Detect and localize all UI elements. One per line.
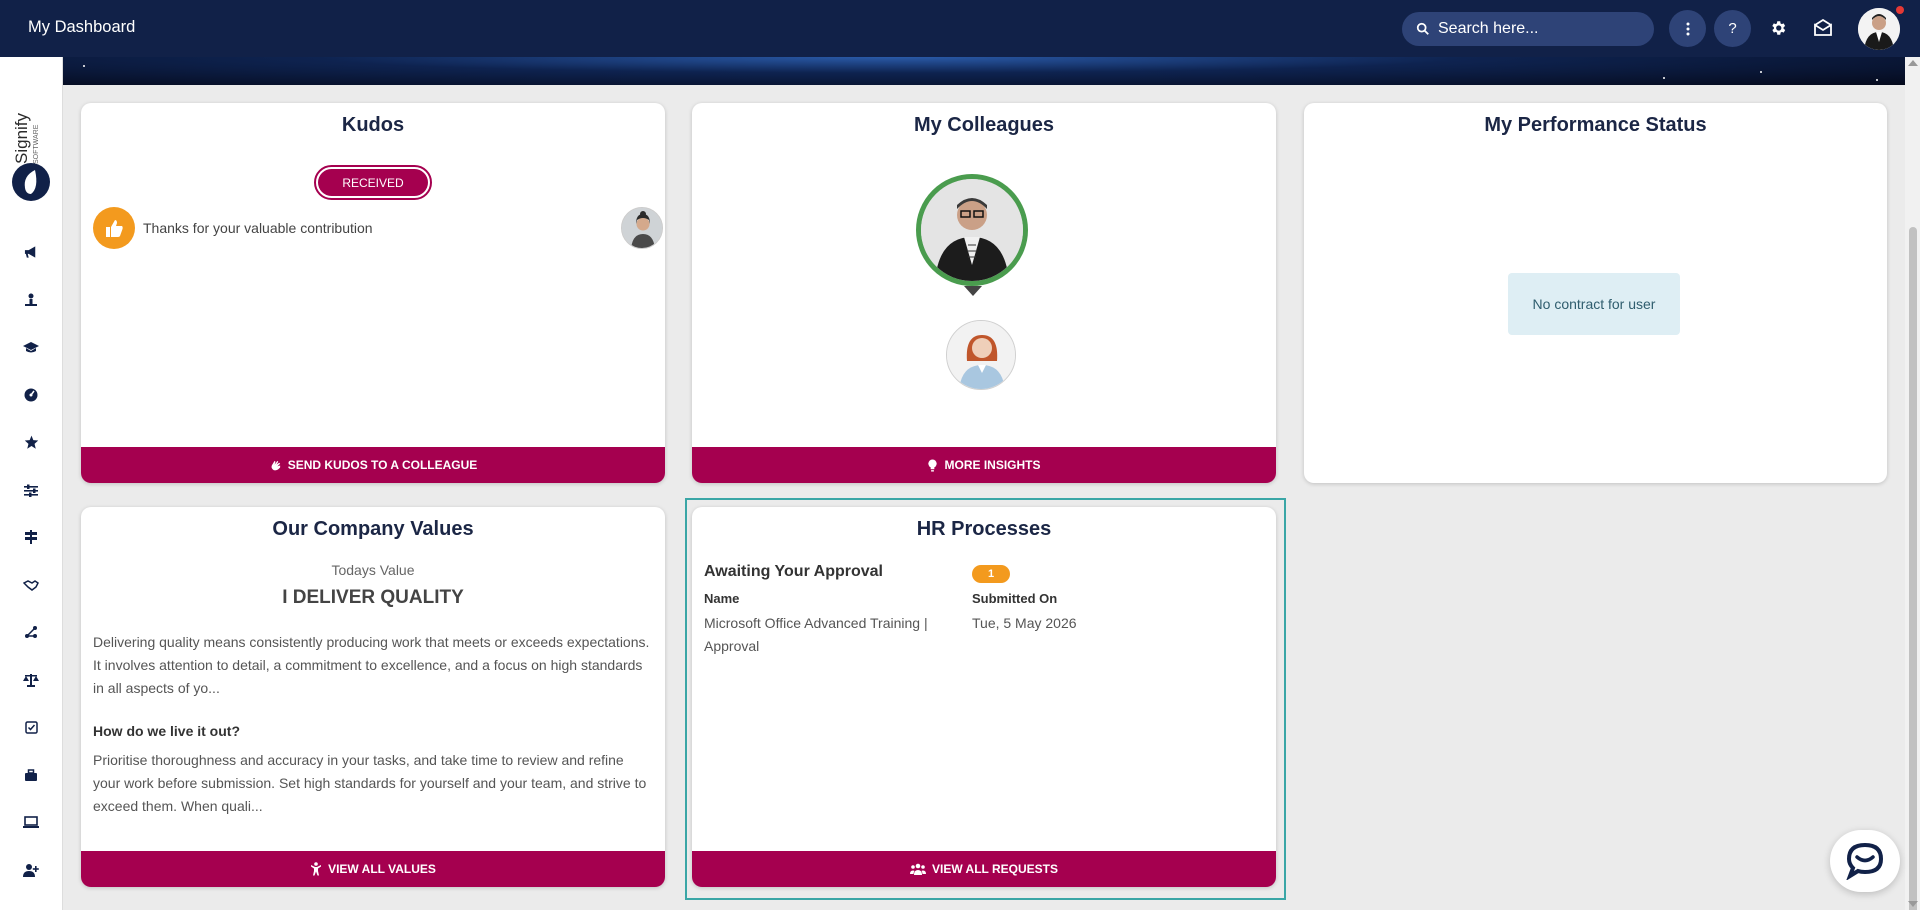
network-icon (25, 626, 37, 638)
signify-logo[interactable]: Signify SOFTWARE (12, 90, 40, 170)
more-menu-button[interactable] (1669, 10, 1706, 47)
how-description: Prioritise thoroughness and accuracy in … (93, 752, 647, 814)
kudos-title: Kudos (341, 114, 405, 136)
sidebar-item-people[interactable] (21, 290, 41, 310)
scale-icon (23, 674, 39, 687)
user-plus-icon (23, 864, 39, 877)
column-submitted-header: Submitted On (972, 591, 1058, 606)
help-button[interactable]: ? (1714, 10, 1751, 47)
person-icon (25, 293, 37, 306)
handshake-icon (23, 580, 39, 591)
kudos-sender-avatar[interactable] (621, 207, 663, 249)
sidebar-item-directions[interactable] (21, 527, 41, 547)
colleague-avatar[interactable] (946, 320, 1016, 390)
performance-title: My Performance Status (1484, 114, 1707, 136)
tab-received[interactable]: RECEIVED (314, 165, 432, 200)
approval-count-badge: 1 (972, 565, 1010, 583)
caret-down-icon (964, 286, 982, 296)
notification-dot (1896, 6, 1904, 14)
view-all-requests-label: VIEW ALL REQUESTS (931, 862, 1058, 876)
colleague-avatar-selected[interactable] (916, 174, 1028, 286)
sidebar-item-equipment[interactable] (21, 812, 41, 832)
scrollbar-thumb[interactable] (1909, 227, 1917, 910)
graduation-icon (23, 341, 39, 352)
sidebar-item-jobs[interactable] (21, 765, 41, 785)
column-name-header: Name (704, 591, 740, 606)
hr-title: HR Processes (916, 518, 1052, 540)
logo-mark (12, 163, 50, 201)
value-description: Delivering quality means consistently pr… (93, 634, 650, 696)
clap-icon (271, 460, 280, 470)
send-kudos-button[interactable]: SEND KUDOS TO A COLLEAGUE (81, 447, 665, 483)
hr-processes-card: HR Processes Awaiting Your Approval 1 Na… (692, 507, 1276, 887)
how-heading: How do we live it out? (93, 723, 240, 739)
sidebar-item-favourites[interactable] (21, 432, 41, 452)
kudos-card: Kudos RECEIVED Thanks for your valuable … (81, 103, 665, 483)
left-sidebar: Signify SOFTWARE (0, 57, 63, 910)
search-input[interactable] (1438, 20, 1638, 38)
megaphone-icon (24, 246, 35, 258)
sidebar-item-tasks[interactable] (21, 717, 41, 737)
page-scrollbar[interactable] (1905, 57, 1920, 910)
user-avatar[interactable] (1858, 8, 1900, 50)
search-box[interactable] (1402, 12, 1654, 46)
sidebar-item-dashboard[interactable] (21, 385, 41, 405)
messages-button[interactable] (1811, 16, 1835, 40)
company-values-card: Our Company Values Todays Value I DELIVE… (81, 507, 665, 887)
sidebar-item-add-user[interactable] (21, 860, 41, 880)
sidebar-item-organisation[interactable] (21, 622, 41, 642)
more-insights-label: MORE INSIGHTS (944, 458, 1041, 472)
view-all-requests-button[interactable]: VIEW ALL REQUESTS (692, 851, 1276, 887)
sidebar-item-policies[interactable] (21, 670, 41, 690)
awaiting-approval-heading: Awaiting Your Approval (704, 563, 883, 580)
help-icon: ? (1728, 20, 1737, 37)
lightbulb-icon (928, 458, 938, 472)
request-date: Tue, 5 May 2026 (972, 615, 1077, 631)
view-all-values-label: VIEW ALL VALUES (328, 862, 436, 876)
mail-icon (1814, 19, 1832, 36)
kudos-item[interactable]: Thanks for your valuable contribution (93, 205, 663, 251)
sidebar-item-learning[interactable] (21, 337, 41, 357)
settings-button[interactable] (1766, 16, 1790, 40)
scroll-up-icon[interactable] (1908, 60, 1918, 66)
star-icon (24, 435, 38, 449)
sidebar-item-partners[interactable] (21, 575, 41, 595)
send-kudos-label: SEND KUDOS TO A COLLEAGUE (287, 458, 478, 472)
chat-button[interactable] (1830, 830, 1900, 892)
colleagues-title: My Colleagues (913, 114, 1055, 136)
checklist-icon (24, 720, 38, 734)
thumbs-up-icon (93, 207, 135, 249)
no-contract-alert: No contract for user (1508, 273, 1680, 335)
values-title: Our Company Values (272, 518, 474, 540)
svg-text:Signify: Signify (12, 112, 31, 164)
signpost-icon (25, 530, 37, 544)
request-name[interactable]: Microsoft Office Advanced Training | App… (704, 612, 944, 658)
sliders-icon (24, 484, 38, 497)
users-icon (909, 863, 926, 875)
header-banner (63, 57, 1905, 85)
chat-icon (1846, 842, 1884, 880)
svg-text:SOFTWARE: SOFTWARE (33, 124, 40, 164)
top-header: My Dashboard ? (0, 0, 1920, 57)
kudos-message: Thanks for your valuable contribution (143, 220, 373, 236)
page-title: My Dashboard (28, 18, 136, 36)
search-icon (1416, 22, 1429, 35)
dashboard-icon (24, 388, 38, 402)
todays-value-label: Todays Value (331, 562, 415, 578)
sidebar-item-settings[interactable] (21, 480, 41, 500)
scroll-down-icon[interactable] (1908, 901, 1918, 907)
sidebar-item-announcements[interactable] (21, 242, 41, 262)
colleagues-card: My Colleagues MORE INSIGHTS (692, 103, 1276, 483)
person-raised-icon (311, 862, 322, 876)
view-all-values-button[interactable]: VIEW ALL VALUES (81, 851, 665, 887)
performance-card: My Performance Status No contract for us… (1304, 103, 1887, 483)
value-name: I DELIVER QUALITY (282, 587, 464, 608)
tab-received-label: RECEIVED (318, 169, 428, 196)
laptop-icon (23, 816, 39, 828)
more-insights-button[interactable]: MORE INSIGHTS (692, 447, 1276, 483)
more-vertical-icon (1686, 22, 1689, 35)
briefcase-icon (25, 768, 37, 781)
gear-icon (1772, 21, 1786, 35)
